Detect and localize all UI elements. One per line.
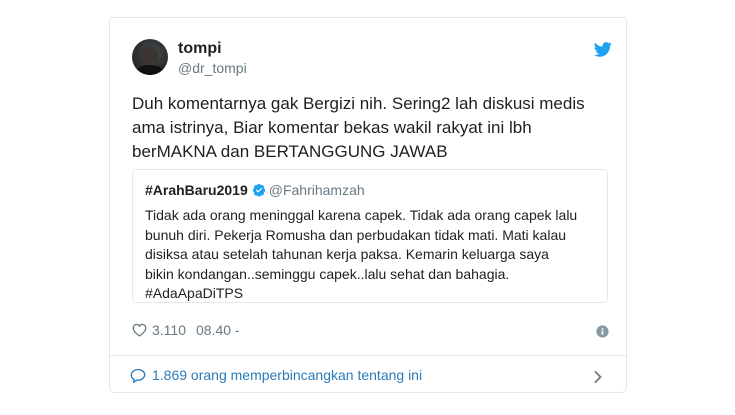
author-handle[interactable]: @dr_tompi [178,60,247,76]
tweet-meta: 3.110 08.40 - [132,322,240,338]
chevron-right-icon[interactable] [593,370,602,384]
quoted-text-line[interactable]: #AdaApaDiTPS [145,284,605,304]
quoted-author-name: #ArahBaru2019 [145,182,248,198]
reply-bubble-icon [130,368,146,383]
tweet-timestamp[interactable]: 08.40 - [196,322,240,338]
tweet-text-line: Duh komentarnya gak Bergizi nih. Sering2… [132,94,585,113]
conversation-text[interactable]: 1.869 orang memperbincangkan tentang ini [152,367,422,383]
info-icon[interactable] [596,325,609,338]
quoted-tweet[interactable]: #ArahBaru2019 @Fahrihamzah Tidak ada ora… [132,169,608,303]
quoted-tweet-header: #ArahBaru2019 @Fahrihamzah [145,182,365,198]
divider [110,355,626,356]
avatar[interactable] [132,39,168,75]
tweet-text-line: berMAKNA dan BERTANGGUNG JAWAB [132,142,448,161]
verified-badge-icon [252,183,265,197]
quoted-author-handle: @Fahrihamzah [268,182,365,198]
avatar-face [141,46,158,66]
quoted-tweet-text: Tidak ada orang meninggal karena capek. … [145,206,605,304]
avatar-shoulders [135,65,165,75]
quoted-text-line: Tidak ada orang meninggal karena capek. … [145,207,578,223]
quoted-text-line: disiksa atau setelah tahunan kerja paksa… [145,246,549,262]
quoted-text-line: bikin kondangan..seminggu capek..lalu se… [145,265,510,282]
like-count[interactable]: 3.110 [152,322,186,338]
author-name[interactable]: tompi [178,40,222,58]
heart-icon[interactable] [132,323,147,337]
tweet-text: Duh komentarnya gak Bergizi nih. Sering2… [132,92,612,164]
conversation-link[interactable]: 1.869 orang memperbincangkan tentang ini [130,367,422,383]
tweet-text-line: ama istrinya, Biar komentar bekas wakil … [132,118,532,137]
tweet-card[interactable]: tompi @dr_tompi Duh komentarnya gak Berg… [109,17,627,393]
twitter-bird-icon[interactable] [594,42,612,57]
quoted-text-line: bunuh diri. Pekerja Romusha dan perbudak… [145,226,567,243]
